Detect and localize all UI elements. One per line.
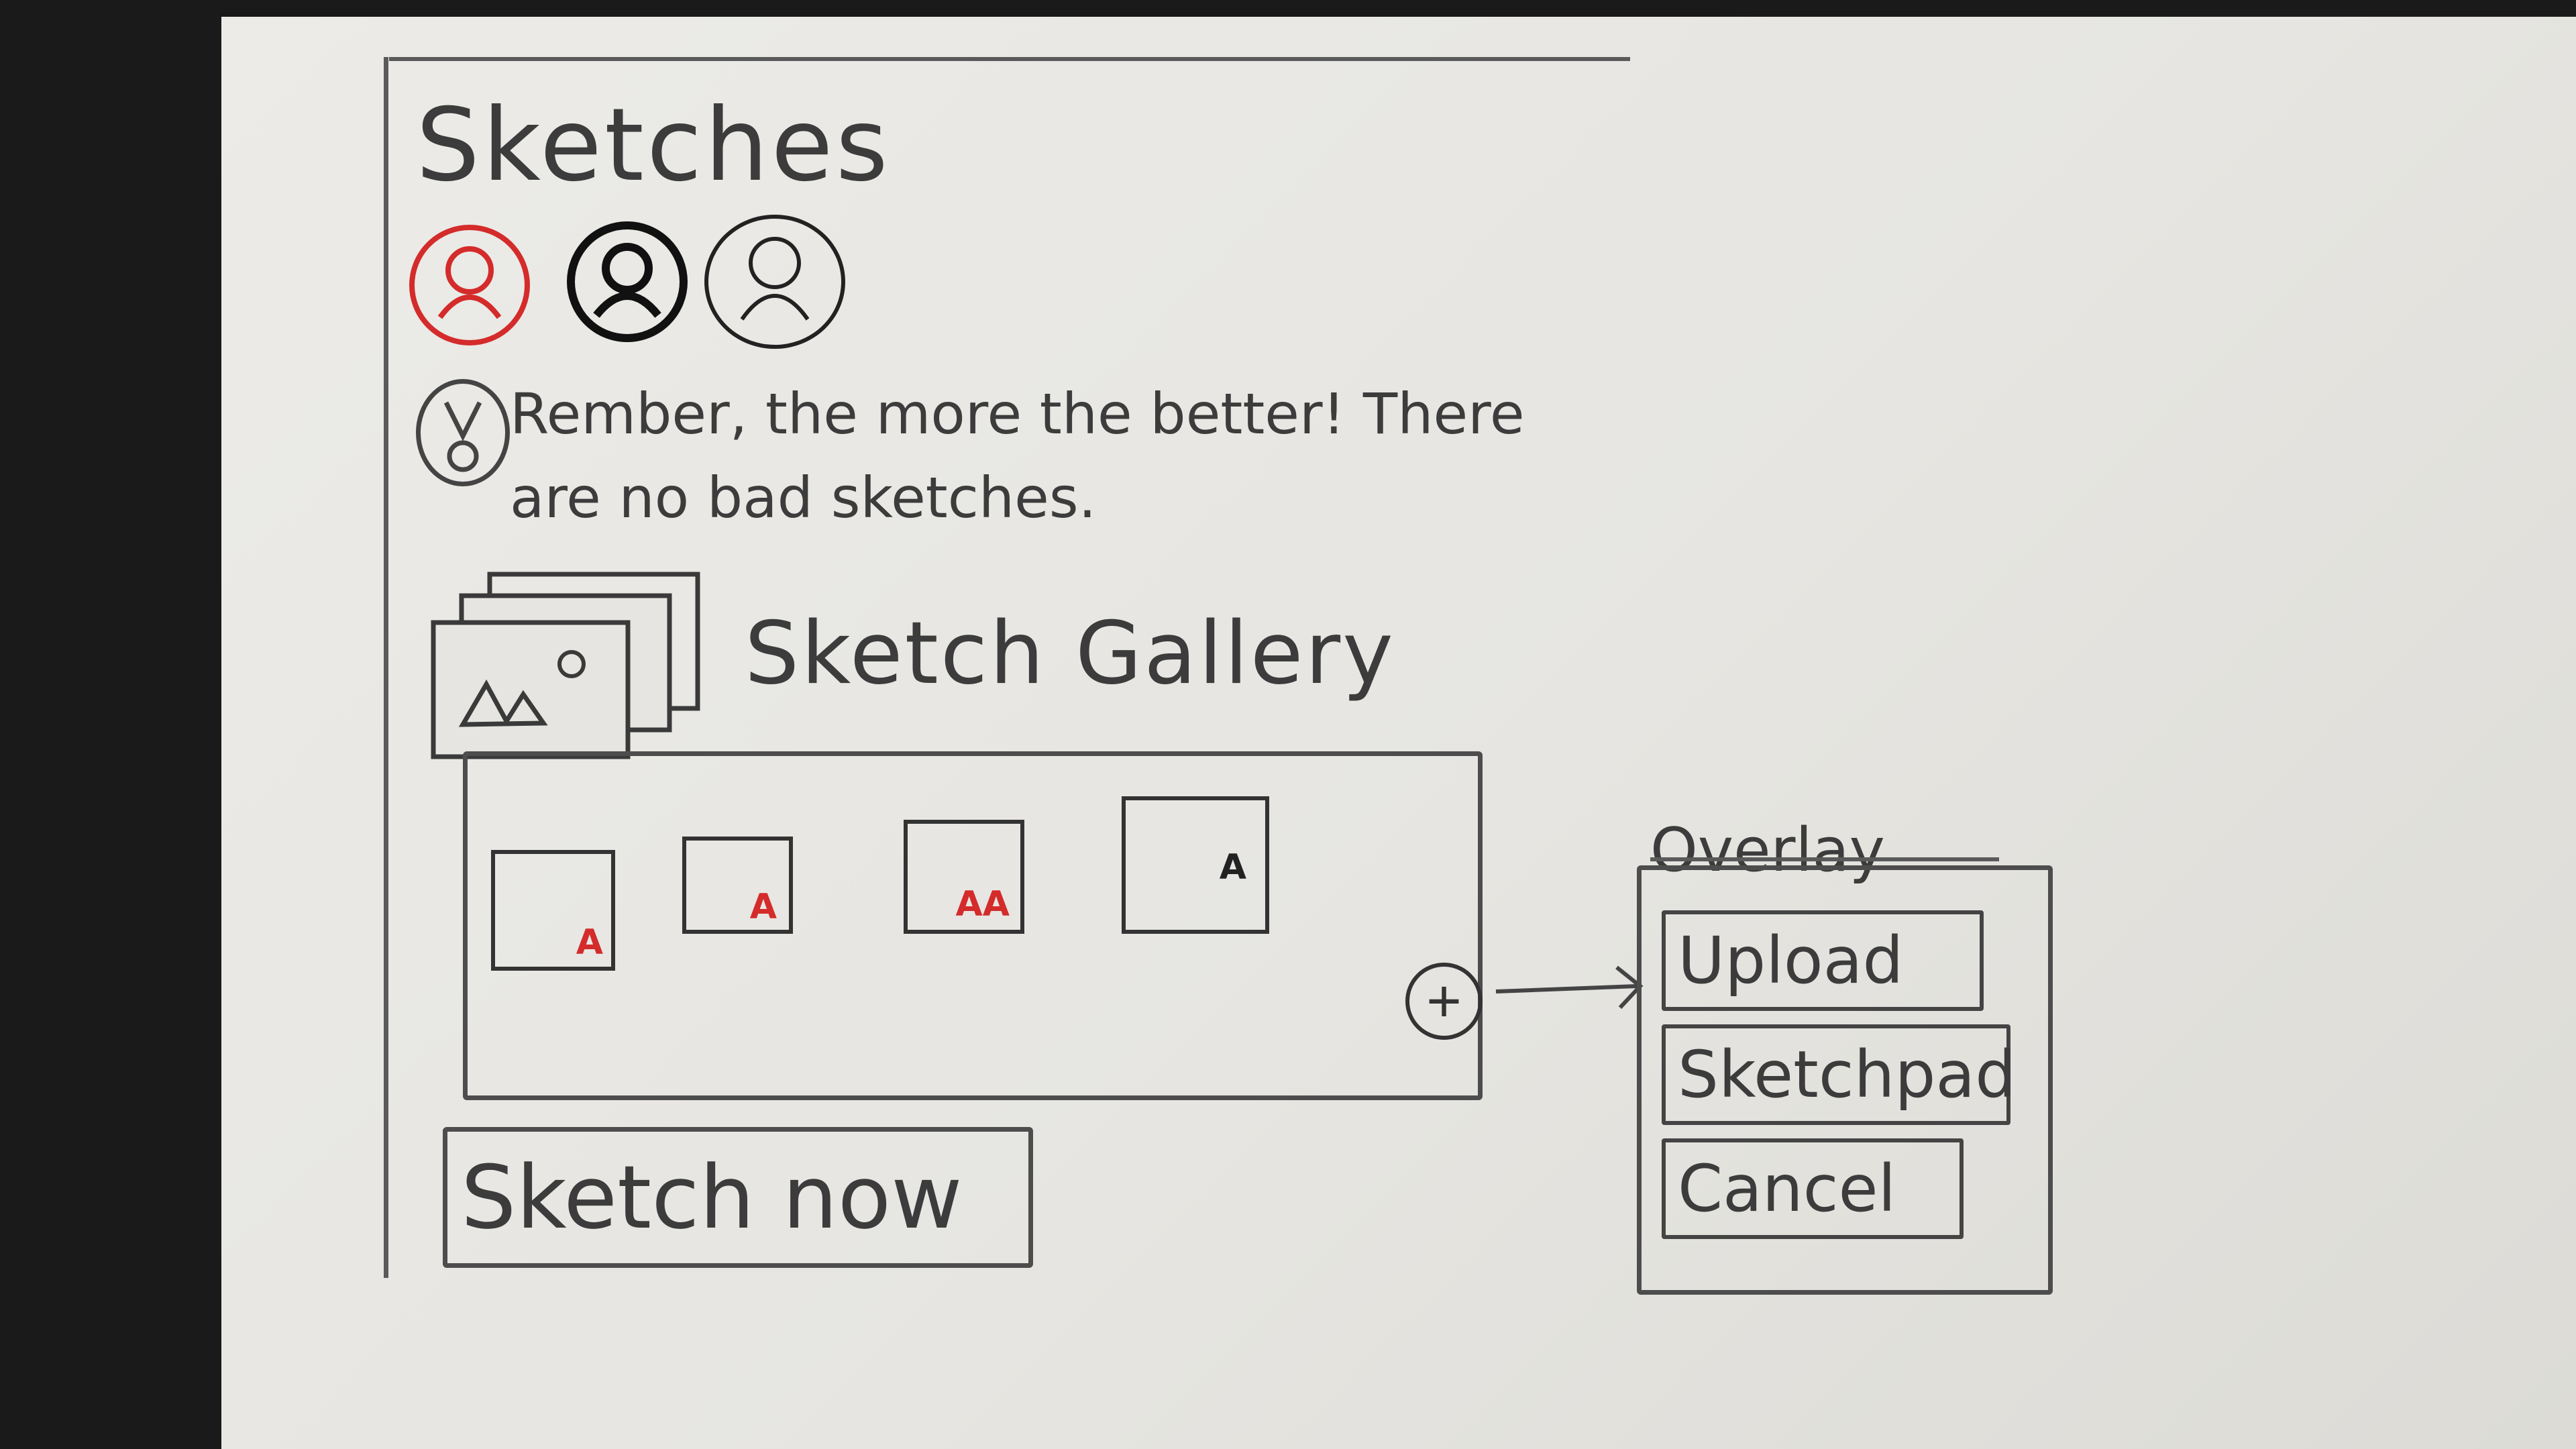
tip-line-2: are no bad sketches. xyxy=(510,465,1097,531)
thumbnail-badge: AA xyxy=(955,884,1010,924)
sketch-now-button[interactable]: Sketch now xyxy=(443,1127,1033,1268)
image-gallery-icon xyxy=(429,570,718,765)
gallery-thumbnail[interactable]: A xyxy=(1122,796,1269,934)
gallery-thumbnail[interactable]: AA xyxy=(904,820,1024,934)
frame-left-border xyxy=(384,57,388,1278)
gallery-thumbnail[interactable]: A xyxy=(682,837,793,934)
avatar-icon[interactable] xyxy=(704,215,845,349)
page-title: Sketches xyxy=(416,87,891,204)
gallery-thumbnail[interactable]: A xyxy=(491,850,615,971)
upload-button[interactable]: Upload xyxy=(1662,910,1984,1011)
sketch-gallery: A A AA A xyxy=(463,751,1483,1100)
tip-text: Rember, the more the better! There are n… xyxy=(510,372,1650,540)
lightbulb-icon xyxy=(416,379,510,486)
cancel-button[interactable]: Cancel xyxy=(1662,1138,1964,1239)
thumbnail-badge: A xyxy=(749,887,777,927)
avatar-icon[interactable] xyxy=(409,225,530,345)
add-sketch-button[interactable]: + xyxy=(1405,963,1483,1040)
overlay-menu: Upload Sketchpad Cancel xyxy=(1637,865,2053,1295)
gallery-title: Sketch Gallery xyxy=(745,604,1395,704)
thumbnail-badge: A xyxy=(576,922,603,963)
avatar-icon[interactable] xyxy=(567,221,688,342)
frame-top-border xyxy=(389,57,1630,61)
arrow-right-icon xyxy=(1495,965,1644,1010)
thumbnail-badge: A xyxy=(1219,847,1246,888)
overlay-label-underline xyxy=(1650,857,1999,861)
sketchpad-button[interactable]: Sketchpad xyxy=(1662,1024,2016,1125)
tip-line-1: Rember, the more the better! There xyxy=(510,381,1525,447)
